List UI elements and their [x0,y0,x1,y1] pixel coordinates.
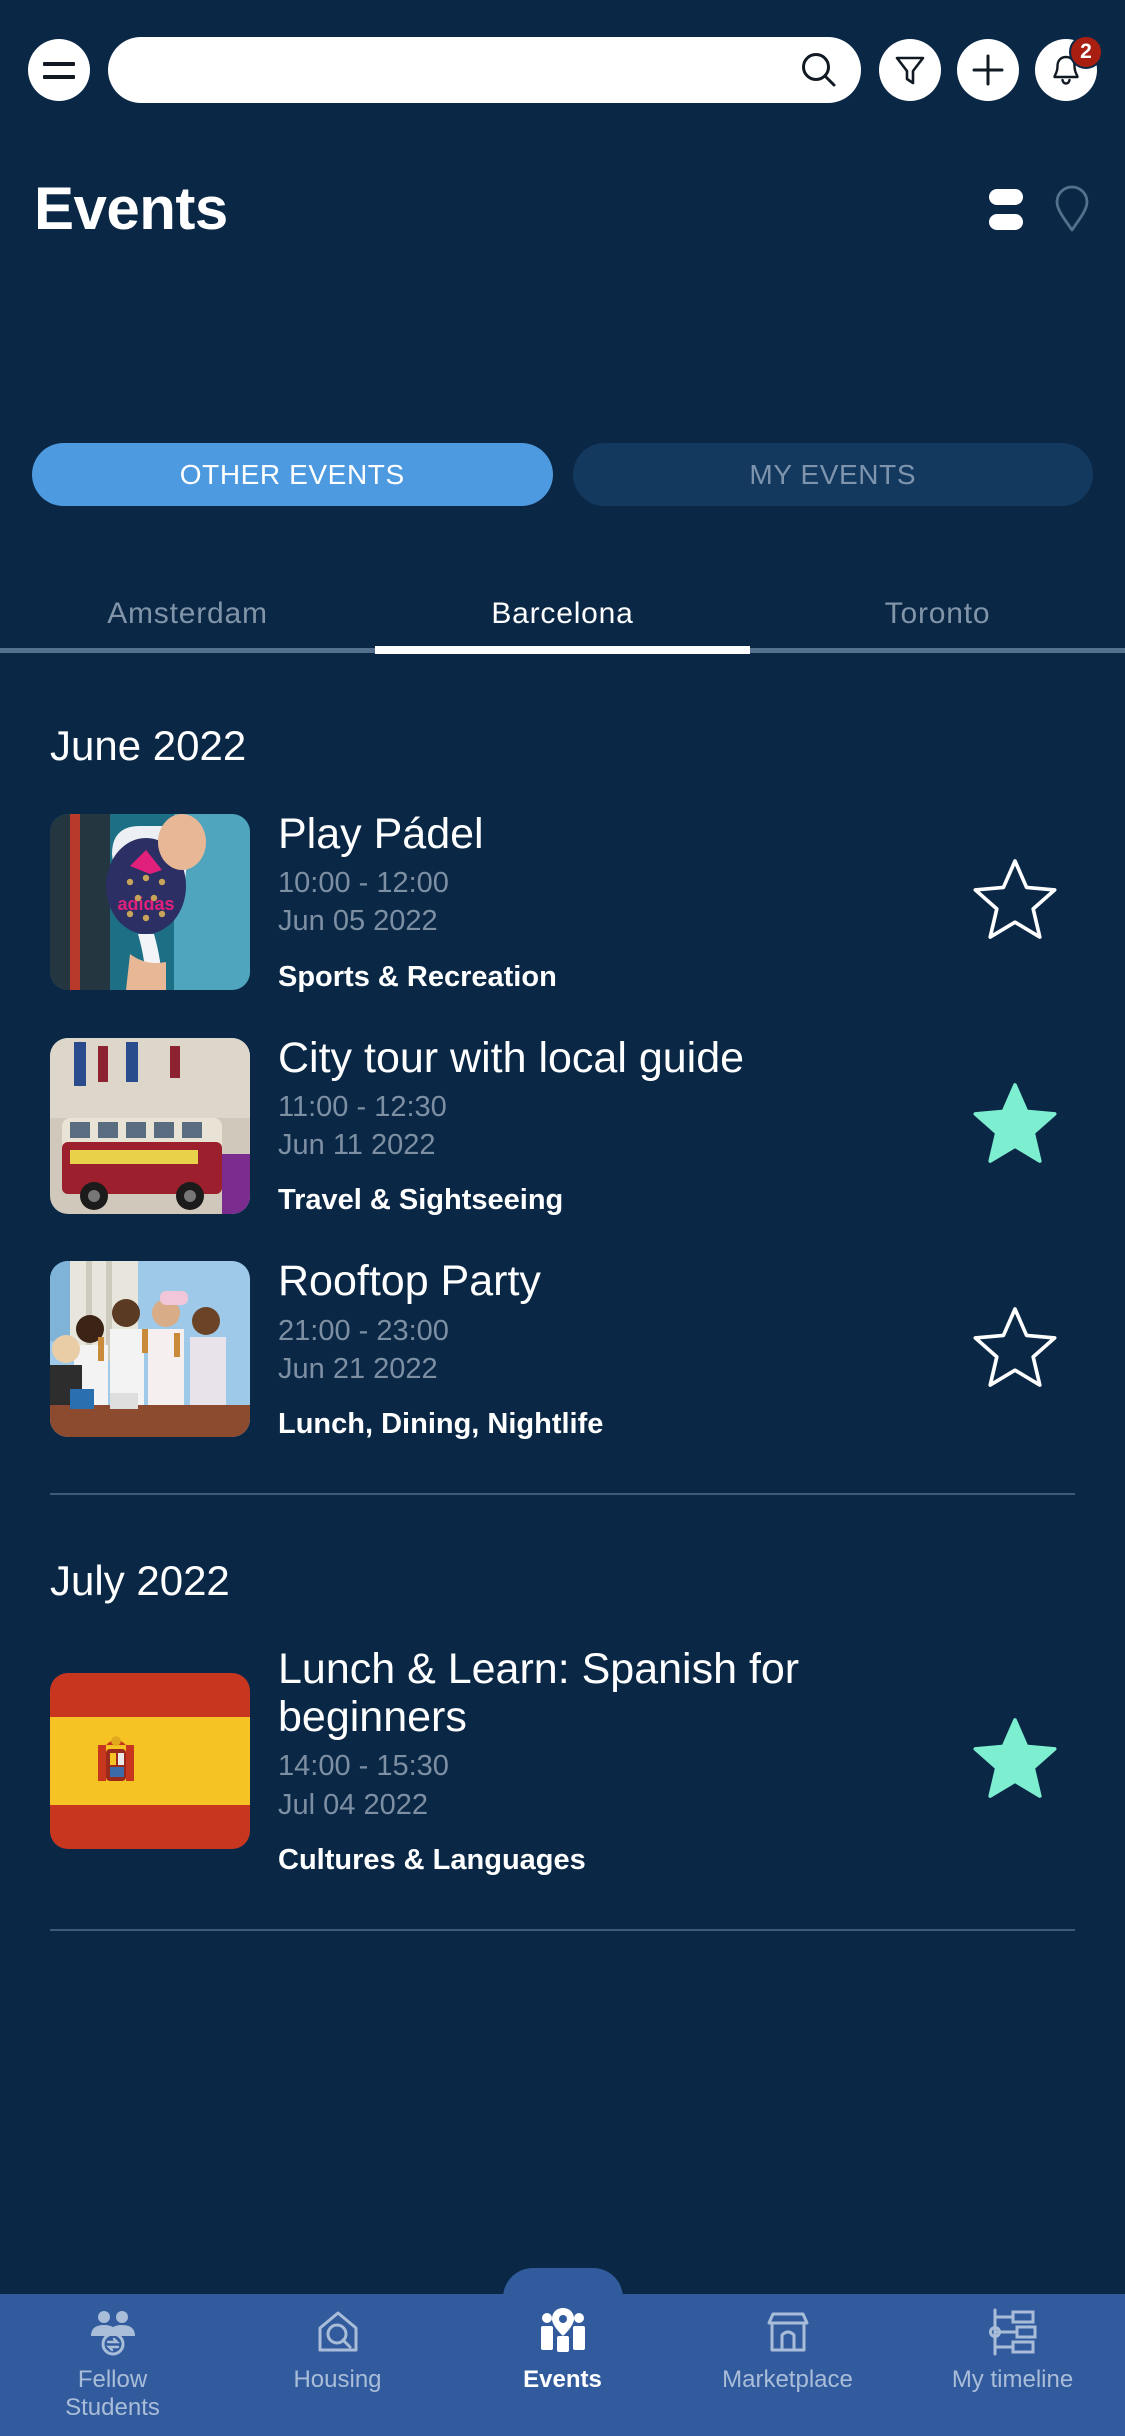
nav-label: My timeline [951,2366,1074,2393]
my-timeline-icon [987,2304,1039,2360]
search-bar[interactable] [108,37,861,103]
event-date: Jul 04 2022 [278,1788,428,1821]
event-date: Jun 21 2022 [278,1352,438,1385]
event-category: Travel & Sightseeing [278,1184,564,1217]
star-filled-icon [972,1080,1058,1171]
event-title: City tour with local guide [278,1033,745,1082]
nav-active-notch [502,2268,623,2298]
star-filled-icon [972,1715,1058,1806]
event-category: Sports & Recreation [278,960,557,993]
event-title: Play Pádel [278,810,484,858]
favorite-toggle[interactable] [955,1304,1075,1395]
nav-item-fellow-students[interactable]: Fellow Students [0,2294,225,2421]
menu-button[interactable] [28,39,90,101]
event-list-item[interactable]: Lunch & Learn: Spanish for beginners 14:… [0,1605,1125,1877]
marketplace-icon [762,2304,814,2360]
events-scope-segmented-control: OTHER EVENTS MY EVENTS [0,443,1125,506]
events-list[interactable]: June 2022 adidas Play Pádel 10:00 - 12:0… [0,660,1125,2428]
plus-icon [968,50,1008,90]
star-outline-icon [972,1304,1058,1395]
fellow-students-icon [87,2304,139,2360]
page-title: Events [34,175,228,242]
search-input[interactable] [108,54,799,86]
event-title: Rooftop Party [278,1257,541,1306]
event-time: 14:00 - 15:30 [278,1750,449,1783]
hamburger-icon-line [43,74,75,79]
hamburger-icon-line [43,61,75,66]
event-details: City tour with local guide 11:00 - 12:30… [250,1034,955,1218]
event-thumbnail-padel: adidas [50,813,250,990]
tab-barcelona[interactable]: Barcelona [375,575,750,653]
event-list-item[interactable]: adidas Play Pádel 10:00 - 12:00 Jun 05 2… [0,770,1125,994]
event-details: Rooftop Party 21:00 - 23:00 Jun 21 2022 … [250,1257,955,1441]
page-header: Events [0,166,1125,252]
nav-item-marketplace[interactable]: Marketplace [675,2294,900,2394]
section-divider [50,1928,1075,1931]
event-date: Jun 05 2022 [278,905,438,938]
nav-item-housing[interactable]: Housing [225,2294,450,2394]
app-screen: 2 Events OTHER EVENTS MY EVENTS Amsterda… [0,0,1125,2436]
notifications-button[interactable]: 2 [1035,35,1103,101]
nav-item-events[interactable]: Events [450,2294,675,2394]
bottom-navigation: Fellow Students Housing Events Marketpla… [0,2268,1125,2436]
tab-toronto[interactable]: Toronto [750,575,1125,653]
housing-icon [312,2304,364,2360]
list-view-icon[interactable] [989,188,1023,230]
event-list-item[interactable]: City tour with local guide 11:00 - 12:30… [0,994,1125,1218]
nav-label: Marketplace [722,2366,853,2393]
event-details: Play Pádel 10:00 - 12:00 Jun 05 2022 Spo… [250,810,955,994]
svg-text:adidas: adidas [117,894,174,914]
favorite-toggle[interactable] [955,1080,1075,1171]
view-switcher [989,184,1091,234]
event-category: Lunch, Dining, Nightlife [278,1408,604,1441]
map-pin-icon[interactable] [1053,184,1091,234]
add-event-button[interactable] [957,39,1019,101]
segment-my-events[interactable]: MY EVENTS [572,443,1093,506]
event-time: 10:00 - 12:00 [278,867,449,900]
nav-item-my-timeline[interactable]: My timeline [900,2294,1125,2394]
top-bar: 2 [0,0,1125,140]
event-category: Cultures & Languages [278,1843,586,1876]
star-outline-icon [972,856,1058,947]
event-list-item[interactable]: Rooftop Party 21:00 - 23:00 Jun 21 2022 … [0,1217,1125,1441]
filter-funnel-icon [892,52,928,88]
search-icon[interactable] [799,50,839,90]
month-heading: June 2022 [50,722,247,769]
nav-label: Housing [293,2366,382,2393]
event-details: Lunch & Learn: Spanish for beginners 14:… [250,1645,955,1877]
segment-other-events[interactable]: OTHER EVENTS [32,443,553,506]
event-time: 21:00 - 23:00 [278,1314,449,1347]
favorite-toggle[interactable] [955,856,1075,947]
event-thumbnail-city-tour [50,1037,250,1214]
event-time: 11:00 - 12:30 [278,1090,447,1123]
event-thumbnail-rooftop [50,1261,250,1438]
favorite-toggle[interactable] [955,1715,1075,1806]
filter-button[interactable] [879,39,941,101]
tab-amsterdam[interactable]: Amsterdam [0,575,375,653]
city-tabs: Amsterdam Barcelona Toronto [0,575,1125,653]
tabs-active-indicator [375,646,750,654]
nav-label: Events [523,2366,602,2393]
event-thumbnail-spain-flag [50,1672,250,1849]
events-icon [537,2304,589,2360]
month-heading: July 2022 [50,1557,230,1605]
event-date: Jun 11 2022 [278,1129,436,1162]
event-title: Lunch & Learn: Spanish for beginners [278,1645,800,1742]
notification-badge: 2 [1069,35,1103,69]
nav-label: Fellow Students [65,2366,160,2421]
